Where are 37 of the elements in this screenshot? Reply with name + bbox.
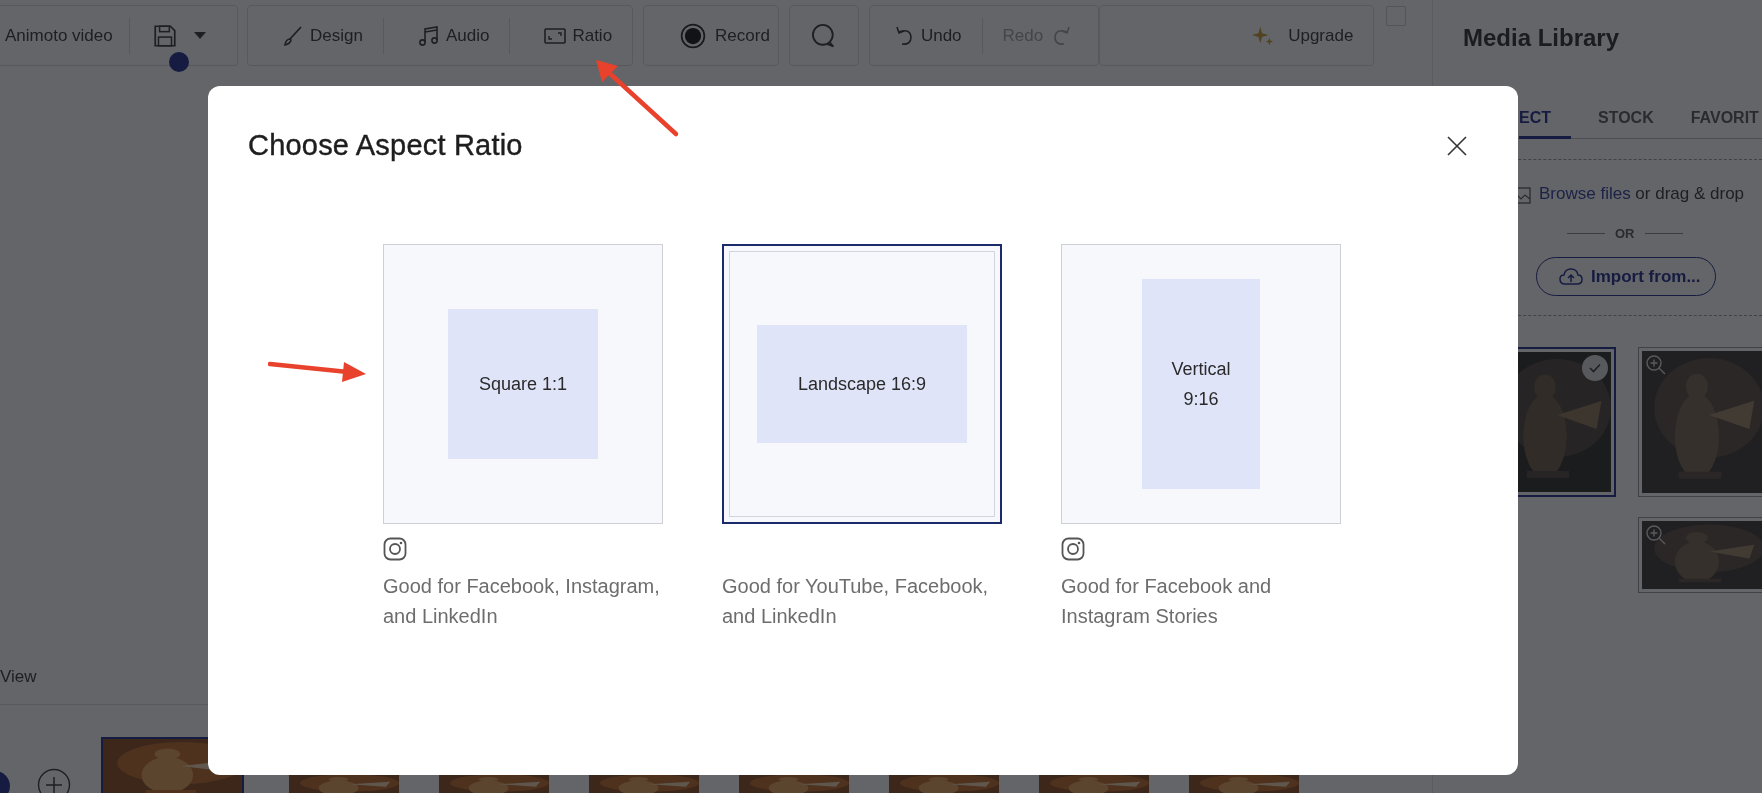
panel-title: Media Library	[1462, 23, 1621, 53]
browse-link[interactable]: Browse files	[1539, 184, 1631, 203]
record-icon	[680, 22, 707, 49]
or-label: OR	[1615, 226, 1635, 241]
ratio-option-card[interactable]: Square 1:1	[383, 244, 663, 524]
option-description: Good for Facebook and Instagram Stories	[1061, 574, 1273, 629]
ratio-option-card[interactable]: Vertical 9:16	[1061, 244, 1341, 524]
status-dot	[168, 51, 189, 72]
image-icon	[1515, 184, 1531, 204]
close-icon	[1446, 134, 1468, 157]
toolbar-button[interactable]: Undo	[869, 6, 982, 65]
panel-tab[interactable]: STOCK	[1598, 56, 1654, 139]
save-icon	[151, 22, 178, 49]
toolbar-button[interactable]: Ratio	[510, 6, 633, 65]
toolbar-button[interactable]: Record	[644, 6, 778, 65]
option-description: Good for Facebook, Instagram, and LinkedIn	[383, 574, 661, 629]
panel-tab[interactable]: FAVORIT	[1690, 56, 1759, 139]
view-label: View	[0, 667, 38, 688]
check-icon	[1582, 355, 1608, 381]
zoom-in-icon	[1645, 524, 1667, 546]
cloud-upload-icon	[1559, 266, 1583, 287]
toolbar-button[interactable]: Design	[248, 6, 383, 65]
caret-icon	[193, 31, 206, 40]
toolbar-button[interactable]: Audio	[383, 6, 510, 65]
add-icon	[37, 768, 71, 793]
modal-title: Choose Aspect Ratio	[248, 129, 523, 162]
music-note-icon	[416, 23, 441, 48]
close-button[interactable]	[1446, 134, 1468, 157]
import-button[interactable]: Import from...	[1536, 257, 1716, 296]
ratio-preview: Vertical 9:16	[1142, 279, 1260, 489]
ratio-preview: Square 1:1	[448, 309, 598, 459]
option-description: Good for YouTube, Facebook, and LinkedIn	[722, 574, 990, 629]
project-name[interactable]: Animoto video	[5, 25, 113, 46]
ratio-option-card[interactable]: Landscape 16:9	[722, 244, 1002, 524]
upload-text: Browse files or drag & drop	[1539, 184, 1745, 204]
zoom-in-icon	[1645, 354, 1667, 376]
ratio-preview: Landscape 16:9	[757, 325, 967, 443]
